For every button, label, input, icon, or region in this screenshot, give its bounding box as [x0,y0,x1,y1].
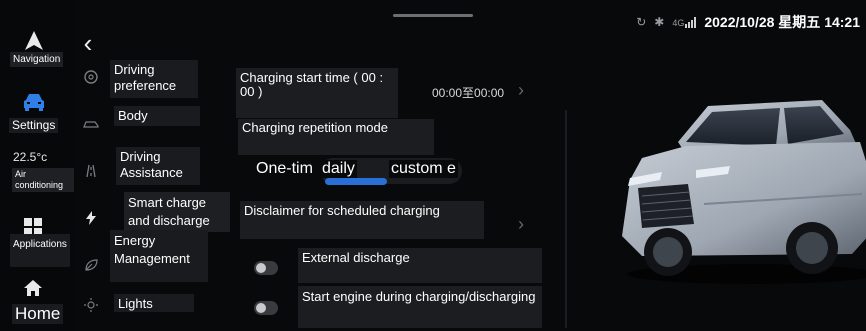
car-settings-icon [24,94,44,111]
menu-label-lights: Lights [114,294,194,312]
menu-label-smart-charge: Smart charge and discharge [124,192,230,232]
panel-divider [565,110,567,328]
charging-time-value: 00:00至00:00 [432,86,505,100]
car-body-icon [82,115,100,133]
start-engine-toggle[interactable] [254,301,278,315]
chevron-right-icon: › [518,80,524,100]
phone-link-icon: ↻ [636,15,647,29]
temperature-value: 22.5°c [13,150,48,164]
dock-home-label: Home [12,304,64,324]
status-bar: ↻ ✱ 4G 2022/10/28 星期五 14:21 [636,12,860,32]
back-chevron-icon[interactable]: ‹ [78,30,98,56]
pull-down-handle[interactable] [393,14,473,17]
repetition-mode-label: Charging repetition mode [238,119,434,155]
date-time: 2022/10/28 星期五 14:21 [704,14,860,30]
menu-label-driving-assistance: Driving Assistance [116,147,200,185]
network-type: 4G [672,17,685,28]
charging-start-time-label: Charging start time ( 00 : 00 ) [236,68,398,118]
dock-settings-label: Settings [9,118,59,133]
external-discharge-label: External discharge [298,248,542,283]
dock-home[interactable]: Home [0,278,80,328]
app-dock: Navigation Settings 22.5°c Air condition… [0,0,75,331]
steering-wheel-icon [82,68,100,86]
leaf-icon [82,256,100,274]
cellular-signal-icon: 4G [672,16,697,28]
option-daily[interactable]: daily [320,160,357,178]
vehicle-image [612,84,866,289]
start-engine-label: Start engine during charging/discharging [298,286,542,328]
dock-settings[interactable]: Settings [0,92,80,136]
dock-applications-label: Applications [10,234,70,267]
dock-air-conditioning[interactable]: 22.5°c Air conditioning [0,146,80,196]
suv-illustration [622,100,866,284]
menu-label-driving-preference: Driving preference [110,60,198,98]
light-icon [82,296,100,314]
dock-navigation-label: Navigation [10,52,64,67]
dock-air-label: Air conditioning [12,168,74,192]
external-discharge-toggle[interactable] [254,261,278,275]
dock-navigation[interactable]: Navigation [0,26,80,76]
dock-applications[interactable]: Applications [0,215,80,270]
selected-segment-indicator [325,178,387,185]
bluetooth-icon: ✱ [654,15,665,29]
lightning-icon [82,209,100,227]
lane-assist-icon [82,162,100,180]
option-one-time[interactable]: One-tim [254,160,315,178]
menu-label-energy-management: Energy Management [110,230,208,282]
navigation-arrow-icon [25,31,43,50]
home-icon [24,280,42,296]
disclaimer-label: Disclaimer for scheduled charging [240,201,484,239]
menu-label-body: Body [114,106,200,126]
car-settings-screen: ↻ ✱ 4G 2022/10/28 星期五 14:21 Navigation S… [0,0,866,331]
chevron-right-icon: › [518,214,524,234]
option-custom[interactable]: custom e [389,160,458,178]
